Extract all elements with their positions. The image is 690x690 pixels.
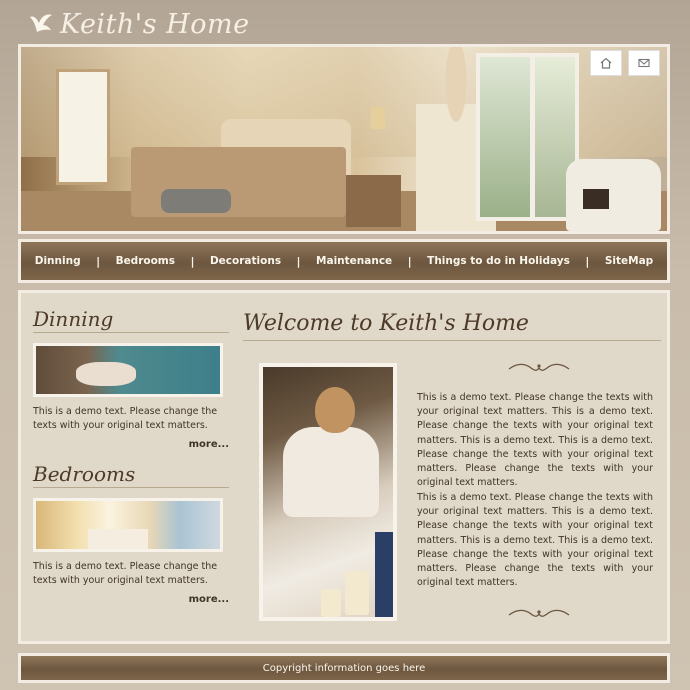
- mail-button[interactable]: [628, 50, 660, 76]
- nav-separator: |: [296, 254, 301, 268]
- main-navigation: Dinning | Bedrooms | Decorations | Maint…: [18, 239, 670, 283]
- site-logo[interactable]: Keith's Home: [28, 4, 250, 44]
- nav-separator: |: [585, 254, 590, 268]
- flourish-ornament-icon: [508, 609, 570, 617]
- nav-separator: |: [407, 254, 412, 268]
- nav-item-maintenance[interactable]: Maintenance: [316, 255, 392, 267]
- hero-banner: [18, 44, 670, 234]
- nav-item-decorations[interactable]: Decorations: [210, 255, 281, 267]
- more-link[interactable]: more...: [33, 594, 229, 605]
- nav-item-holidays[interactable]: Things to do in Holidays: [427, 255, 570, 267]
- content-panel: Dinning This is a demo text. Please chan…: [18, 290, 670, 644]
- dove-icon: [30, 14, 52, 33]
- page-title: Welcome to Keith's Home: [243, 311, 661, 341]
- sidebar: Dinning This is a demo text. Please chan…: [33, 307, 229, 605]
- copyright-text: Copyright information goes here: [262, 662, 426, 674]
- section-text: This is a demo text. Please change the t…: [33, 561, 218, 586]
- body-paragraph: This is a demo text. Please change the t…: [417, 492, 653, 589]
- section-text: This is a demo text. Please change the t…: [33, 406, 218, 431]
- nav-separator: |: [96, 254, 101, 268]
- dinning-thumbnail[interactable]: [33, 343, 223, 397]
- nav-separator: |: [190, 254, 195, 268]
- home-button[interactable]: [590, 50, 622, 76]
- site-title: Keith's Home: [60, 8, 250, 40]
- flourish-ornament-icon: [508, 363, 570, 371]
- more-link[interactable]: more...: [33, 439, 229, 450]
- footer-bar: Copyright information goes here: [18, 653, 670, 683]
- section-title: Dinning: [33, 307, 229, 333]
- bedrooms-thumbnail[interactable]: [33, 498, 223, 552]
- mail-icon: [638, 58, 650, 68]
- featured-photo: [259, 363, 397, 621]
- home-icon: [600, 57, 612, 69]
- sidebar-section-dinning: Dinning This is a demo text. Please chan…: [33, 307, 229, 450]
- nav-item-dinning[interactable]: Dinning: [35, 255, 81, 267]
- nav-item-sitemap[interactable]: SiteMap: [605, 255, 653, 267]
- body-paragraph: This is a demo text. Please change the t…: [417, 392, 653, 489]
- section-title: Bedrooms: [33, 462, 229, 488]
- nav-item-bedrooms[interactable]: Bedrooms: [116, 255, 175, 267]
- sidebar-section-bedrooms: Bedrooms This is a demo text. Please cha…: [33, 462, 229, 605]
